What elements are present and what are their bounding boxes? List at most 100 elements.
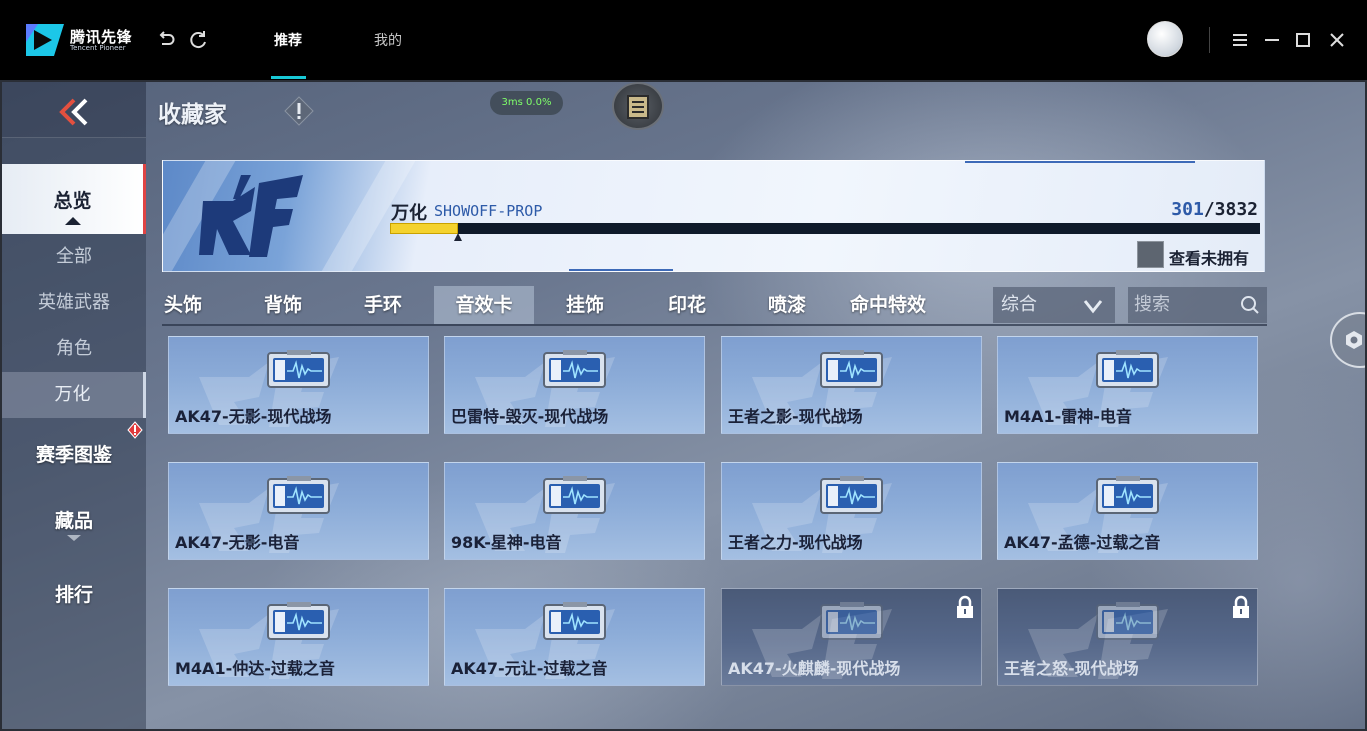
- item-card[interactable]: 巴雷特-毁灭-现代战场: [444, 336, 705, 434]
- item-name: 王者之力-现代战场: [728, 533, 863, 552]
- collapse-arrow-icon: [64, 217, 81, 225]
- app-logo: 腾讯先锋 Tencent Pioneer: [24, 22, 132, 58]
- sound-card-icon: [1096, 350, 1159, 388]
- banner-subtitle: SHOWOFF-PROP: [434, 202, 543, 220]
- sound-card-icon: [267, 350, 330, 388]
- expand-arrow-icon: [67, 535, 81, 541]
- progress-marker-icon: [454, 233, 462, 241]
- double-chevron-left-icon: [59, 98, 88, 126]
- logo-mark-icon: [26, 24, 64, 56]
- item-name: AK47-孟德-过载之音: [1004, 533, 1161, 552]
- tab-hit-effect[interactable]: 命中特效: [848, 286, 928, 324]
- item-name: 巴雷特-毁灭-现代战场: [451, 407, 609, 426]
- item-card[interactable]: AK47-无影-现代战场: [168, 336, 429, 434]
- show-unowned-label[interactable]: 查看未拥有: [1169, 245, 1249, 269]
- avatar[interactable]: [1147, 21, 1183, 57]
- sidebar-item-wanhua[interactable]: 万化: [2, 372, 146, 418]
- cf-emblem-icon: [199, 175, 303, 257]
- item-name: M4A1-仲达-过载之音: [175, 659, 335, 678]
- back-button[interactable]: [2, 82, 146, 138]
- minimize-icon[interactable]: [1260, 28, 1284, 52]
- sound-card-icon: [820, 602, 883, 640]
- sort-dropdown[interactable]: 综合: [993, 287, 1115, 323]
- sidebar-item-all[interactable]: 全部: [2, 242, 146, 272]
- sound-card-icon: [820, 350, 883, 388]
- item-card[interactable]: M4A1-雷神-电音: [997, 336, 1258, 434]
- brand-name-en: Tencent Pioneer: [70, 44, 126, 52]
- refresh-icon[interactable]: [186, 28, 210, 52]
- sidebar-item-character[interactable]: 角色: [2, 334, 146, 364]
- maximize-icon[interactable]: [1291, 28, 1315, 52]
- window-titlebar: 腾讯先锋 Tencent Pioneer 推荐 我的: [0, 0, 1367, 80]
- info-icon[interactable]: [284, 96, 314, 126]
- item-card[interactable]: 王者之影-现代战场: [721, 336, 982, 434]
- tab-bracelet[interactable]: 手环: [362, 286, 404, 324]
- tab-mine[interactable]: 我的: [374, 30, 402, 50]
- item-card[interactable]: AK47-无影-电音: [168, 462, 429, 560]
- tab-sound-card[interactable]: 音效卡: [434, 286, 534, 324]
- item-name: AK47-无影-现代战场: [175, 407, 332, 426]
- divider: [1209, 27, 1210, 53]
- game-viewport: 收藏家 3ms 0.0% 总览 全部 英雄武器 角色 万化 赛季图鉴 藏品 排行…: [0, 80, 1367, 731]
- category-tabs: 头饰 背饰 手环 音效卡 挂饰 印花 喷漆 命中特效 综合 搜索: [162, 286, 1267, 326]
- document-button[interactable]: [612, 82, 664, 130]
- chevron-down-icon: [1083, 300, 1103, 314]
- lock-icon: [957, 595, 973, 618]
- tab-recommend[interactable]: 推荐: [274, 30, 302, 50]
- tab-decal[interactable]: 印花: [666, 286, 708, 324]
- divider: [569, 269, 673, 271]
- tab-backwear[interactable]: 背饰: [262, 286, 304, 324]
- item-name: 98K-星神-电音: [451, 533, 562, 552]
- sound-card-icon: [543, 350, 606, 388]
- network-status: 3ms 0.0%: [490, 91, 563, 115]
- item-name: 王者之怒-现代战场: [1004, 659, 1139, 678]
- item-card[interactable]: M4A1-仲达-过载之音: [168, 588, 429, 686]
- sound-card-icon: [1096, 602, 1159, 640]
- tab-headwear[interactable]: 头饰: [162, 286, 204, 324]
- show-unowned-checkbox[interactable]: [1137, 241, 1164, 268]
- progress-fill: [390, 223, 458, 234]
- item-card[interactable]: AK47-孟德-过载之音: [997, 462, 1258, 560]
- active-tab-indicator: [271, 76, 306, 79]
- item-name: 王者之影-现代战场: [728, 407, 863, 426]
- item-card[interactable]: AK47-火麒麟-现代战场: [721, 588, 982, 686]
- tab-pendant[interactable]: 挂饰: [564, 286, 606, 324]
- close-icon[interactable]: [1325, 28, 1349, 52]
- sidebar-item-overview[interactable]: 总览: [2, 164, 146, 234]
- collection-banner: 万化 SHOWOFF-PROP 301/3832 查看未拥有: [162, 160, 1265, 272]
- sound-card-icon: [543, 476, 606, 514]
- sidebar-item-hero-weapons[interactable]: 英雄武器: [2, 288, 146, 318]
- sidebar-item-label: 藏品: [54, 510, 93, 532]
- item-grid: AK47-无影-现代战场 巴雷特-毁灭-现代战场 王者之影-现代战场 M4A1-雷神-…: [168, 336, 1260, 688]
- sidebar-item-ranking[interactable]: 排行: [2, 578, 146, 612]
- item-name: AK47-无影-电音: [175, 533, 300, 552]
- progress-count: 301/3832: [1171, 199, 1258, 220]
- item-card[interactable]: 王者之力-现代战场: [721, 462, 982, 560]
- tab-spray[interactable]: 喷漆: [766, 286, 808, 324]
- undo-icon[interactable]: [154, 28, 178, 52]
- side-drawer-handle[interactable]: [1330, 312, 1367, 368]
- item-card[interactable]: 98K-星神-电音: [444, 462, 705, 560]
- item-name: M4A1-雷神-电音: [1004, 407, 1132, 426]
- page-title: 收藏家: [158, 102, 227, 128]
- sidebar-item-season[interactable]: 赛季图鉴: [2, 438, 146, 472]
- search-input[interactable]: 搜索: [1128, 287, 1267, 323]
- collection-progress-bar: [390, 223, 1260, 241]
- divider: [965, 161, 1195, 163]
- item-name: AK47-元让-过载之音: [451, 659, 608, 678]
- item-card[interactable]: 王者之怒-现代战场: [997, 588, 1258, 686]
- lock-icon: [1233, 595, 1249, 618]
- sound-card-icon: [820, 476, 883, 514]
- sidebar-item-collectibles[interactable]: 藏品: [2, 506, 146, 541]
- menu-icon[interactable]: [1228, 28, 1252, 52]
- sound-card-icon: [267, 476, 330, 514]
- sound-card-icon: [267, 602, 330, 640]
- item-card[interactable]: AK47-元让-过载之音: [444, 588, 705, 686]
- sidebar-item-label: 总览: [53, 190, 92, 212]
- progress-total: /3832: [1203, 199, 1258, 220]
- search-placeholder: 搜索: [1134, 294, 1170, 315]
- search-icon[interactable]: [1240, 295, 1260, 315]
- banner-title: 万化: [391, 203, 427, 224]
- item-name: AK47-火麒麟-现代战场: [728, 659, 901, 678]
- sort-label: 综合: [1001, 294, 1037, 315]
